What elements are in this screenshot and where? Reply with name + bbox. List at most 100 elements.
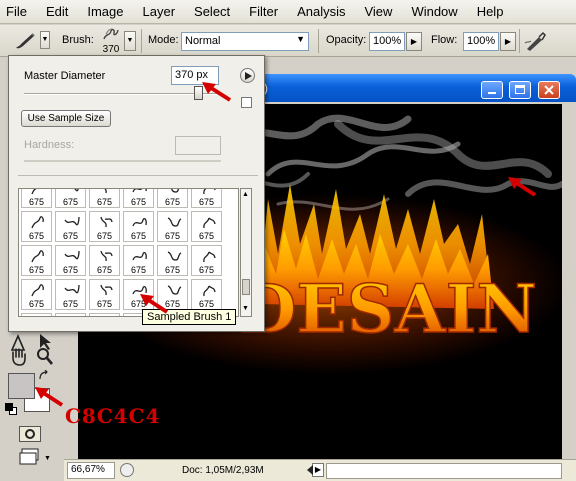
brush-thumbnail[interactable]: 675 [55, 211, 86, 242]
brush-thumbnail[interactable]: 675 [191, 245, 222, 276]
smoke-brush-icon [103, 28, 119, 40]
separator [141, 29, 142, 53]
menu-layer[interactable]: Layer [143, 4, 176, 19]
brush-thumbnail[interactable]: 675 [89, 189, 120, 208]
scroll-thumb[interactable] [242, 279, 250, 295]
zoom-field[interactable]: 66,67% [67, 462, 115, 479]
brush-thumbnail[interactable]: 675 [55, 189, 86, 208]
status-info-icon[interactable] [120, 463, 134, 477]
tool-preset-dropdown[interactable]: ▼ [40, 31, 50, 49]
hardness-label: Hardness: [24, 139, 75, 151]
resize-icon[interactable] [241, 97, 252, 108]
smoke-brush-icon [104, 189, 107, 194]
brush-thumbnail[interactable]: 675 [89, 279, 120, 310]
menu-window[interactable]: Window [411, 4, 457, 19]
chevron-down-icon[interactable]: ▼ [44, 455, 51, 462]
airbrush-icon[interactable] [524, 30, 548, 52]
red-arrow-icon [35, 387, 64, 407]
brush-thumbnail[interactable] [21, 313, 52, 317]
opacity-slider-button[interactable]: ▶ [406, 32, 422, 51]
brush-size-label: 675 [96, 231, 113, 241]
smoke-brush-icon [171, 189, 180, 193]
maximize-icon [515, 85, 525, 94]
scroll-left-icon[interactable] [304, 462, 316, 478]
menu-analysis[interactable]: Analysis [297, 4, 345, 19]
smoke-brush-icon [64, 284, 80, 294]
smoke-brush-icon [203, 217, 216, 229]
scroll-up-icon[interactable]: ▲ [242, 191, 249, 198]
brush-preview[interactable]: 370 [100, 27, 122, 55]
opacity-field[interactable]: 100% [369, 32, 405, 51]
smoke-brush-icon [203, 285, 216, 297]
hand-tool-icon[interactable] [8, 346, 30, 366]
master-diameter-slider[interactable] [24, 86, 217, 100]
smoke-brush-icon [167, 217, 182, 227]
menu-select[interactable]: Select [194, 4, 230, 19]
brush-size-label: 675 [96, 197, 113, 207]
minimize-button[interactable] [481, 81, 503, 99]
menu-filter[interactable]: Filter [249, 4, 278, 19]
close-button[interactable] [538, 81, 560, 99]
menu-image[interactable]: Image [87, 4, 123, 19]
menu-edit[interactable]: Edit [46, 4, 68, 19]
brush-size-label: 675 [164, 197, 181, 207]
brush-picker-dropdown[interactable]: ▼ [124, 31, 136, 51]
smoke-brush-icon [132, 218, 147, 227]
smoke-brush-icon [132, 252, 147, 261]
brush-thumbnail[interactable] [55, 313, 86, 316]
brush-thumbnail[interactable]: 675 [191, 279, 222, 310]
brush-thumbnail[interactable]: 675 [157, 189, 188, 208]
use-sample-size-button[interactable]: Use Sample Size [21, 110, 111, 127]
brush-size-label: 675 [62, 197, 79, 207]
brush-thumbnail[interactable]: 675 [191, 211, 222, 242]
brush-thumbnail[interactable]: 675 [191, 189, 222, 208]
zoom-tool-icon[interactable] [34, 346, 56, 366]
brush-thumbnail[interactable]: 675 [123, 211, 154, 242]
brush-thumbnail[interactable]: 675 [89, 211, 120, 242]
horizontal-scrollbar[interactable] [326, 463, 562, 479]
brush-thumbnail[interactable]: 675 [89, 245, 120, 276]
flow-field[interactable]: 100% [463, 32, 499, 51]
swap-colors-icon[interactable] [38, 369, 50, 382]
brush-thumbnail[interactable]: 675 [157, 245, 188, 276]
scroll-down-icon[interactable]: ▼ [242, 305, 249, 312]
brush-thumbnail[interactable]: 675 [21, 279, 52, 310]
menu-help[interactable]: Help [477, 4, 504, 19]
brush-size-label: 675 [62, 231, 79, 241]
menu-view[interactable]: View [364, 4, 392, 19]
brush-thumbnail[interactable]: 675 [123, 189, 154, 208]
brush-thumbnail[interactable]: 675 [123, 245, 154, 276]
brush-size-label: 675 [164, 265, 181, 275]
quick-mask-button[interactable] [19, 426, 41, 442]
screen-mode-icon[interactable] [19, 448, 43, 466]
brush-thumbnail[interactable]: 675 [55, 245, 86, 276]
smoke-brush-icon [74, 189, 79, 192]
brush-tool-icon[interactable] [12, 31, 38, 51]
thumbnail-scrollbar[interactable]: ▲ ▼ [240, 188, 252, 317]
foreground-color-swatch[interactable] [8, 373, 35, 399]
smoke-brush-icon [100, 284, 113, 296]
brush-size-label: 675 [130, 197, 147, 207]
brush-thumbnail[interactable]: 675 [21, 245, 52, 276]
separator [318, 29, 319, 53]
smoke-brush-icon [167, 251, 182, 261]
brush-thumbnail[interactable]: 675 [157, 211, 188, 242]
flow-slider-button[interactable]: ▶ [500, 32, 516, 51]
brush-size-label: 675 [198, 197, 215, 207]
brush-size-label: 675 [130, 265, 147, 275]
hardness-slider [24, 160, 221, 162]
brush-thumbnail[interactable]: 675 [21, 211, 52, 242]
brush-thumbnail[interactable]: 675 [55, 279, 86, 310]
smoke-brush-icon [29, 316, 46, 317]
maximize-button[interactable] [509, 81, 531, 99]
panel-menu-button[interactable] [240, 68, 255, 83]
brush-thumbnail[interactable]: 675 [21, 189, 52, 208]
brush-thumbnail-grid[interactable]: 675 675 675 675 675 675 675 675 675 675 675 675 675 6… [18, 188, 239, 317]
mode-select[interactable]: Normal ▼ [181, 32, 309, 51]
smoke-brush-icon [100, 250, 113, 262]
menu-file[interactable]: File [6, 4, 27, 19]
default-colors-icon[interactable] [5, 403, 19, 417]
brush-size-label: 675 [96, 265, 113, 275]
brush-size-label: 675 [62, 265, 79, 275]
brush-thumbnail[interactable] [89, 313, 120, 316]
